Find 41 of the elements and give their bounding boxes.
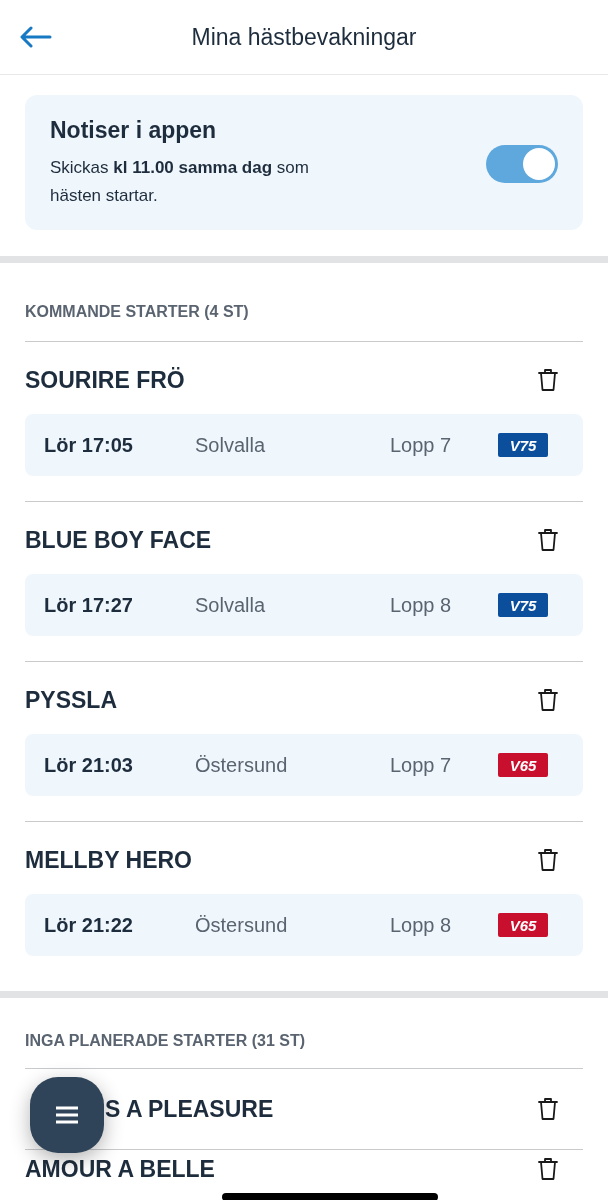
back-arrow-icon[interactable] xyxy=(20,26,52,48)
menu-button[interactable] xyxy=(30,1077,104,1153)
race-time: Lör 21:03 xyxy=(43,753,134,777)
trash-icon[interactable] xyxy=(537,368,559,392)
track-name: Solvalla xyxy=(195,433,267,457)
section-heading: INGA PLANERADE STARTER (31 ST) xyxy=(25,1031,306,1051)
trash-icon[interactable] xyxy=(537,848,559,872)
race-row[interactable]: Lör 17:05 Solvalla Lopp 7 V75 xyxy=(25,414,583,476)
track-name: Östersund xyxy=(195,753,289,777)
section-heading: KOMMANDE STARTER (4 ST) xyxy=(25,302,250,322)
horse-name: S A PLEASURE xyxy=(105,1095,274,1123)
race-number: Lopp 7 xyxy=(390,753,453,777)
card-title: Notiser i appen xyxy=(50,117,218,144)
trash-icon[interactable] xyxy=(537,528,559,552)
card-description: Skickas kl 11.00 samma dag som hästen startar. xyxy=(50,157,310,207)
page-title: Mina hästbevakningar xyxy=(191,23,417,51)
horse-name: BLUE BOY FACE xyxy=(25,526,212,554)
trash-icon[interactable] xyxy=(537,1157,559,1181)
race-number: Lopp 8 xyxy=(390,593,453,617)
race-row[interactable]: Lör 21:22 Östersund Lopp 8 V65 xyxy=(25,894,583,956)
race-time: Lör 21:22 xyxy=(43,913,134,937)
game-badge: V65 xyxy=(498,913,548,937)
race-row[interactable]: Lör 17:27 Solvalla Lopp 8 V75 xyxy=(25,574,583,636)
trash-icon[interactable] xyxy=(537,688,559,712)
game-badge: V65 xyxy=(498,753,548,777)
race-time: Lör 17:05 xyxy=(43,433,134,457)
horse-name: SOURIRE FRÖ xyxy=(25,366,185,394)
track-name: Solvalla xyxy=(195,593,267,617)
horse-name: PYSSLA xyxy=(25,686,118,714)
track-name: Östersund xyxy=(195,913,289,937)
game-badge: V75 xyxy=(498,433,548,457)
game-badge: V75 xyxy=(498,593,548,617)
race-row[interactable]: Lör 21:03 Östersund Lopp 7 V65 xyxy=(25,734,583,796)
menu-icon xyxy=(55,1105,79,1125)
race-number: Lopp 7 xyxy=(390,433,453,457)
horse-name: MELLBY HERO xyxy=(25,846,192,874)
toggle-switch[interactable] xyxy=(486,144,558,183)
race-number: Lopp 8 xyxy=(390,913,453,937)
horse-name: AMOUR A BELLE xyxy=(25,1155,215,1183)
race-time: Lör 17:27 xyxy=(43,593,134,617)
trash-icon[interactable] xyxy=(537,1097,559,1121)
